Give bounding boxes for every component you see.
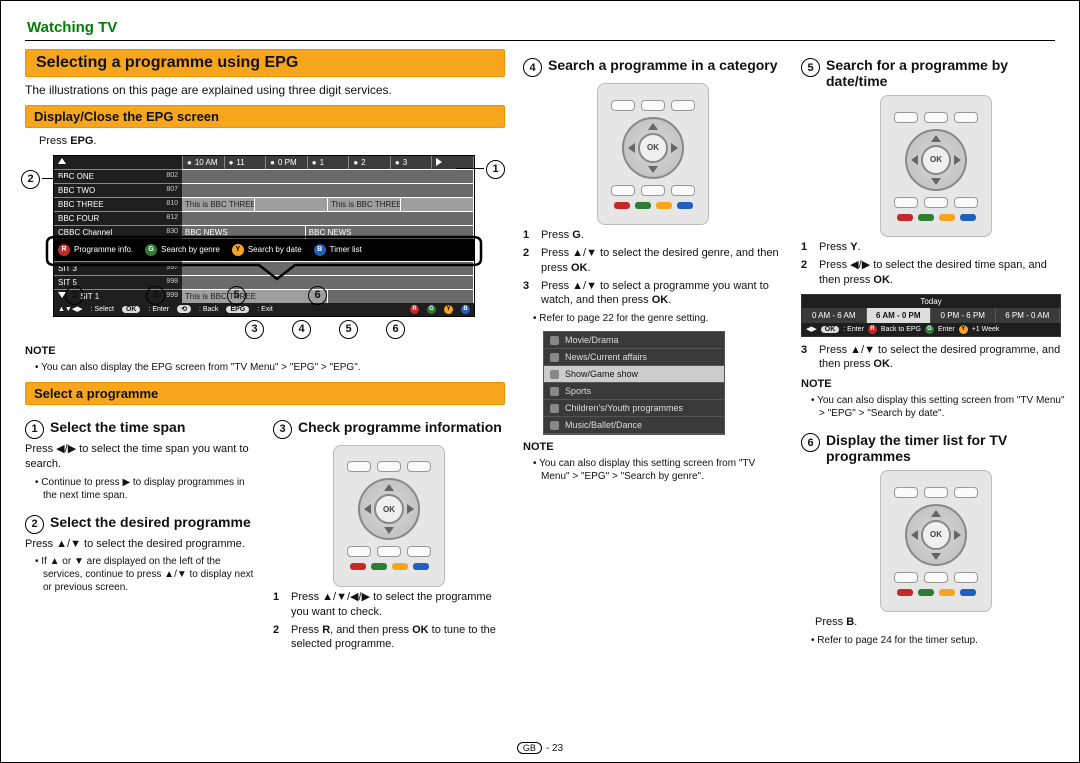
section-banner: Selecting a programme using EPG bbox=[25, 49, 505, 77]
sub-banner-display: Display/Close the EPG screen bbox=[25, 105, 505, 128]
remote-graphic-r: OK bbox=[333, 445, 445, 587]
step-3-column: 3Check programme information OK 1Press ▲… bbox=[273, 411, 505, 655]
step3-list: 1Press ▲/▼/◀/▶ to select the programme y… bbox=[273, 590, 505, 652]
note-epg-path: • You can also display the EPG screen fr… bbox=[35, 361, 505, 374]
remote-graphic-g: OK bbox=[597, 83, 709, 225]
step2-body: Press ▲/▼ to select the desired programm… bbox=[25, 537, 257, 552]
step1-title: 1Select the time span bbox=[25, 419, 257, 439]
note-label: NOTE bbox=[523, 441, 783, 453]
step6-bullet: • Refer to page 24 for the timer setup. bbox=[811, 634, 1071, 647]
callouts-lower: 3 4 5 6 bbox=[145, 319, 505, 339]
step1-bullet: • Continue to press ▶ to display program… bbox=[35, 476, 257, 502]
epg-illustration: 1 2 ●10 AM ●11 ●0 PM ●1 ●2 ●3 BBC ONE802… bbox=[25, 155, 505, 317]
press-epg-line: Press EPG. bbox=[39, 134, 505, 149]
step4-list: 1Press G. 2Press ▲/▼ to select the desir… bbox=[523, 228, 783, 308]
divider bbox=[25, 40, 1055, 41]
step6-title: 6Display the timer list for TV programme… bbox=[801, 432, 1071, 464]
step5-title: 5Search for a programme by date/time bbox=[801, 57, 1071, 89]
step4-note: • You can also display this setting scre… bbox=[533, 457, 783, 483]
breadcrumb: Watching TV bbox=[27, 19, 1055, 36]
column-right: 5Search for a programme by date/time OK … bbox=[801, 49, 1071, 647]
column-mid: 4Search a programme in a category OK 1Pr… bbox=[523, 49, 783, 483]
remote-graphic-y: OK bbox=[880, 95, 992, 237]
page-footer: GB- 23 bbox=[1, 742, 1079, 754]
intro-text: The illustrations on this page are expla… bbox=[25, 83, 505, 97]
step5-list: 1Press Y. 2Press ◀/▶ to select the desir… bbox=[801, 240, 1071, 288]
step2-title: 2Select the desired programme bbox=[25, 514, 257, 534]
step5-note: • You can also display this setting scre… bbox=[811, 394, 1071, 420]
step-1-2-column: 1Select the time span Press ◀/▶ to selec… bbox=[25, 411, 257, 655]
epg-colorbar: RProgramme info. GSearch by genre YSearc… bbox=[54, 239, 474, 261]
step6-press: Press B. bbox=[815, 615, 1071, 630]
step3-title: 3Check programme information bbox=[273, 419, 505, 439]
column-left: Selecting a programme using EPG The illu… bbox=[25, 49, 505, 655]
manual-page: Watching TV Selecting a programme using … bbox=[0, 0, 1080, 763]
step2-bullet: • If ▲ or ▼ are displayed on the left of… bbox=[35, 555, 257, 594]
note-label: NOTE bbox=[25, 345, 505, 357]
note-label: NOTE bbox=[801, 378, 1071, 390]
step1-body: Press ◀/▶ to select the time span you wa… bbox=[25, 442, 257, 472]
step4-title: 4Search a programme in a category bbox=[523, 57, 783, 77]
step5-list-cont: 3Press ▲/▼ to select the desired program… bbox=[801, 343, 1071, 373]
genre-menu: Movie/Drama News/Current affairs Show/Ga… bbox=[543, 331, 725, 435]
time-strip: Today 0 AM - 6 AM 6 AM - 0 PM 0 PM - 6 P… bbox=[801, 294, 1061, 337]
step4-bullet: • Refer to page 22 for the genre setting… bbox=[533, 312, 783, 325]
remote-graphic-b: OK bbox=[880, 470, 992, 612]
sub-banner-select: Select a programme bbox=[25, 382, 505, 405]
